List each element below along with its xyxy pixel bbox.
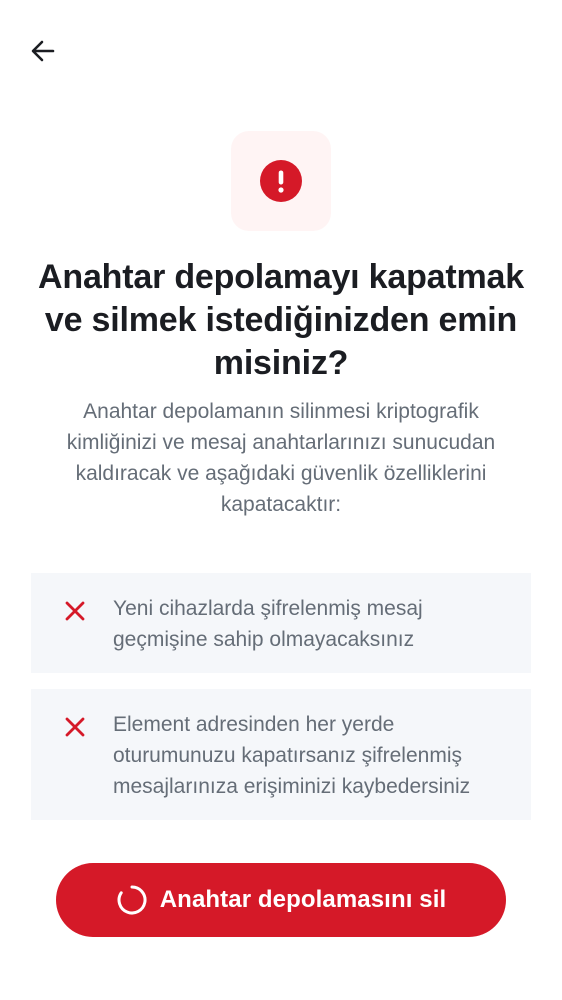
close-icon [64, 600, 86, 622]
delete-key-storage-screen: Anahtar depolamayı kapatmak ve silmek is… [0, 0, 562, 1000]
page-description: Anahtar depolamanın silinmesi kriptograf… [66, 400, 496, 516]
loading-spinner-icon [116, 884, 148, 916]
page-title: Anahtar depolamayı kapatmak ve silmek is… [38, 258, 524, 382]
delete-key-storage-button[interactable]: Anahtar depolamasını sil [56, 863, 506, 937]
consequence-text: Element adresinden her yerde oturumunuzu… [113, 713, 471, 798]
consequence-text: Yeni cihazlarda şifrelenmiş mesaj geçmiş… [113, 597, 423, 651]
back-button[interactable] [22, 30, 64, 72]
close-icon [64, 716, 86, 738]
alert-tile [231, 131, 331, 231]
consequence-item: Element adresinden her yerde oturumunuzu… [31, 689, 531, 820]
arrow-left-icon [29, 37, 57, 65]
error-icon [260, 160, 302, 202]
consequence-item: Yeni cihazlarda şifrelenmiş mesaj geçmiş… [31, 573, 531, 673]
delete-button-label: Anahtar depolamasını sil [159, 886, 447, 913]
